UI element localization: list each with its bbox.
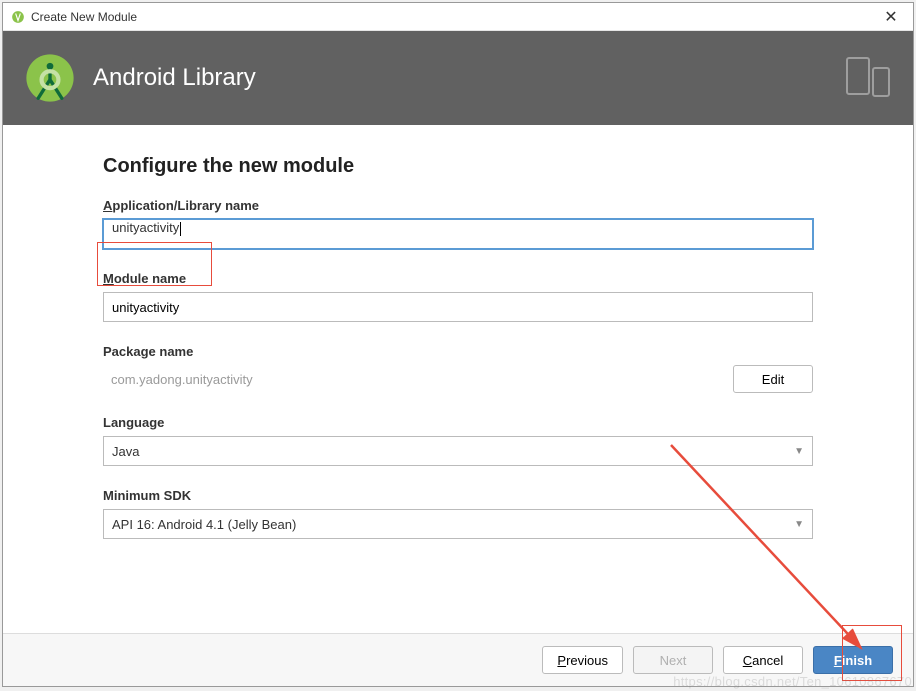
watermark-text: https://blog.csdn.net/Ten_10610867670 [673,674,912,689]
language-select[interactable]: Java ▼ [103,436,813,466]
android-studio-icon [11,10,25,24]
next-button: Next [633,646,713,674]
page-heading: Configure the new module [103,155,813,178]
language-group: Language Java ▼ [103,415,813,466]
language-value: Java [112,444,139,459]
android-studio-logo-icon [23,51,77,105]
language-label: Language [103,415,813,430]
package-name-label: Package name [103,344,813,359]
min-sdk-value: API 16: Android 4.1 (Jelly Bean) [112,517,296,532]
package-name-group: Package name com.yadong.unityactivity Ed… [103,344,813,393]
min-sdk-label: Minimum SDK [103,488,813,503]
dialog-window: Create New Module ✕ Android Library Conf… [2,2,914,687]
banner: Android Library [3,31,913,125]
chevron-down-icon: ▼ [794,446,804,457]
app-name-input[interactable]: unityactivity [103,219,813,249]
text-cursor-icon [180,222,181,236]
package-name-value: com.yadong.unityactivity [103,368,721,391]
content-area: Configure the new module Application/Lib… [3,125,913,633]
app-name-label: Application/Library name [103,198,813,213]
previous-button[interactable]: Previous [542,646,623,674]
devices-icon [845,56,893,100]
module-name-label: Module name [103,271,813,286]
min-sdk-select[interactable]: API 16: Android 4.1 (Jelly Bean) ▼ [103,509,813,539]
min-sdk-group: Minimum SDK API 16: Android 4.1 (Jelly B… [103,488,813,539]
banner-heading: Android Library [93,64,845,92]
finish-button[interactable]: Finish [813,646,893,674]
module-name-input[interactable] [103,292,813,322]
app-name-group: Application/Library name unityactivity [103,198,813,249]
chevron-down-icon: ▼ [794,519,804,530]
close-button[interactable]: ✕ [877,3,905,31]
cancel-button[interactable]: Cancel [723,646,803,674]
titlebar: Create New Module ✕ [3,3,913,31]
module-name-group: Module name [103,271,813,322]
edit-package-button[interactable]: Edit [733,365,813,393]
window-title: Create New Module [31,10,137,24]
